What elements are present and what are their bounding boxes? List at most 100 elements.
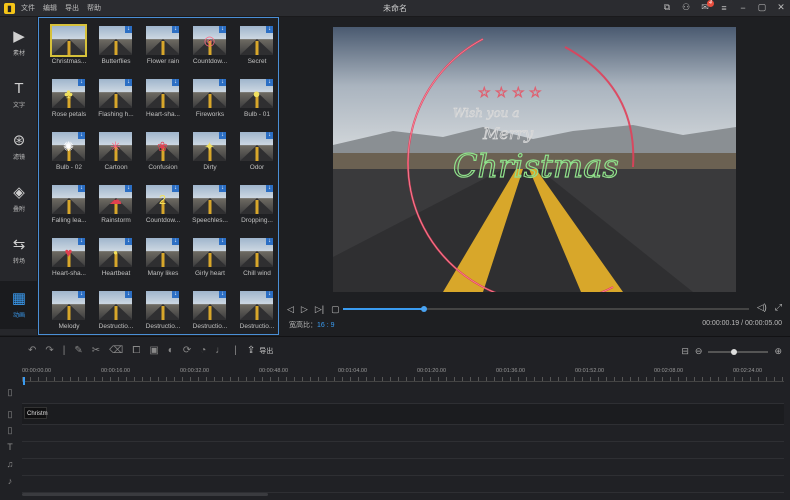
effect-item[interactable]: Christmas... xyxy=(49,24,96,77)
maximize-button[interactable]: ▢ xyxy=(757,2,767,13)
zoom-in-icon[interactable]: ⊕ xyxy=(774,346,782,357)
effect-item[interactable]: ✦ ↓ Dirty xyxy=(190,130,237,183)
effect-thumbnail[interactable]: ♣ ↓ xyxy=(52,79,85,108)
effect-thumbnail[interactable]: ↓ xyxy=(146,291,179,320)
effect-item[interactable]: ✺ ↓ Bulb - 02 xyxy=(49,130,96,183)
effect-thumbnail[interactable]: ↓ xyxy=(240,185,273,214)
download-icon[interactable]: ↓ xyxy=(172,238,179,245)
effect-thumbnail[interactable]: ↓ xyxy=(146,238,179,267)
effect-thumbnail[interactable]: ↓ xyxy=(99,291,132,320)
download-icon[interactable]: ↓ xyxy=(219,132,226,139)
download-icon[interactable]: ↓ xyxy=(172,185,179,192)
download-icon[interactable]: ↓ xyxy=(125,26,132,33)
effect-item[interactable]: ◎ ↓ Countdow... xyxy=(190,24,237,77)
effect-item[interactable]: ● ↓ Bulb - 01 xyxy=(237,77,278,130)
download-icon[interactable]: ↓ xyxy=(125,79,132,86)
fullscreen-icon[interactable]: ⤢ xyxy=(775,302,782,313)
next-frame-icon[interactable]: ▷| xyxy=(315,304,324,315)
zoom-knob[interactable] xyxy=(730,348,737,355)
speed-icon[interactable]: ◔ xyxy=(200,345,206,356)
effect-item[interactable]: ↓ Speechles... xyxy=(190,183,237,236)
crop-icon[interactable]: ⧠ xyxy=(132,345,140,356)
download-icon[interactable]: ↓ xyxy=(78,291,85,298)
account-icon[interactable]: ⚇ xyxy=(681,2,691,13)
menu-file[interactable]: 文件 xyxy=(21,3,35,13)
effect-item[interactable]: ↓ Butterflies xyxy=(96,24,143,77)
download-icon[interactable]: ↓ xyxy=(219,291,226,298)
effect-item[interactable]: ↓ Melody xyxy=(49,289,96,334)
color-icon[interactable]: ◐ xyxy=(168,345,174,356)
effect-item[interactable]: ☁ ↓ Rainstorm xyxy=(96,183,143,236)
download-icon[interactable]: ↓ xyxy=(266,26,273,33)
effect-item[interactable]: ✳ Cartoon xyxy=(96,130,143,183)
track-row[interactable] xyxy=(22,425,784,442)
play-icon[interactable]: ▷ xyxy=(301,304,308,315)
download-icon[interactable]: ↓ xyxy=(125,185,132,192)
effect-item[interactable]: • ↓ Heartbeat xyxy=(96,236,143,289)
effect-thumbnail[interactable]: ↓ xyxy=(193,185,226,214)
download-icon[interactable]: ↓ xyxy=(125,238,132,245)
download-icon[interactable]: ↓ xyxy=(219,79,226,86)
download-icon[interactable]: ↓ xyxy=(78,238,85,245)
download-icon[interactable]: ↓ xyxy=(78,79,85,86)
nav-overlay[interactable]: ◈ 叠附 xyxy=(0,177,38,221)
track-row[interactable]: Christm xyxy=(22,404,784,425)
effect-thumbnail[interactable]: ❀ xyxy=(146,132,179,161)
effect-thumbnail[interactable]: ↓ xyxy=(193,291,226,320)
effect-item[interactable]: ↓ Heart-sha... xyxy=(143,77,190,130)
zoom-out-icon[interactable]: ⊖ xyxy=(695,346,703,357)
effect-thumbnail[interactable]: ↓ xyxy=(99,79,132,108)
download-icon[interactable]: ↓ xyxy=(266,238,273,245)
export-button[interactable]: ⇪ 导出 xyxy=(247,345,273,356)
timeline-ruler[interactable]: 00:00:00.00 00:00:16.00 00:00:32.00 00:00:4… xyxy=(22,366,784,382)
aspect-ratio[interactable]: 宽高比：16 : 9 xyxy=(289,320,335,330)
effect-thumbnail[interactable]: ↓ xyxy=(146,79,179,108)
effect-thumbnail[interactable]: ● ↓ xyxy=(240,79,273,108)
download-icon[interactable]: ↓ xyxy=(172,291,179,298)
timeline-clip[interactable]: Christm xyxy=(24,407,48,419)
download-icon[interactable]: ↓ xyxy=(266,132,273,139)
nav-filter[interactable]: ⊛ 滤镜 xyxy=(0,125,38,169)
effect-item[interactable]: ↓ Girly heart xyxy=(190,236,237,289)
undo-icon[interactable]: ↶ xyxy=(28,345,36,356)
split-icon[interactable]: ✂ xyxy=(92,345,100,356)
effect-item[interactable]: ↓ Chill wind xyxy=(237,236,278,289)
effect-item[interactable]: ♥ ↓ Heart-sha... xyxy=(49,236,96,289)
effect-item[interactable]: ↓ Falling lea... xyxy=(49,183,96,236)
effect-item[interactable]: ↓ Many likes xyxy=(143,236,190,289)
track-row[interactable] xyxy=(22,476,784,493)
minimize-button[interactable]: − xyxy=(738,3,748,13)
effect-thumbnail[interactable]: ↓ xyxy=(240,291,273,320)
effect-thumbnail[interactable]: ↓ xyxy=(193,238,226,267)
effect-item[interactable]: ↓ Destructio... xyxy=(143,289,190,334)
effect-thumbnail[interactable]: ✺ ↓ xyxy=(52,132,85,161)
effect-item[interactable]: ↓ Destructio... xyxy=(237,289,278,334)
effect-thumbnail[interactable] xyxy=(50,24,87,57)
effect-thumbnail[interactable]: ♥ ↓ xyxy=(52,238,85,267)
menu-edit[interactable]: 编辑 xyxy=(43,3,57,13)
download-icon[interactable]: ↓ xyxy=(266,185,273,192)
effect-thumbnail[interactable]: ↓ xyxy=(52,291,85,320)
effect-thumbnail[interactable]: ↓ xyxy=(240,238,273,267)
effect-item[interactable]: ↓ Destructio... xyxy=(190,289,237,334)
effect-item[interactable]: ↓ Flower rain xyxy=(143,24,190,77)
stop-icon[interactable]: ▢ xyxy=(331,304,340,315)
nav-text[interactable]: T 文字 xyxy=(0,73,38,117)
notification-icon[interactable]: ✉ 4 xyxy=(700,0,714,13)
download-icon[interactable]: ↓ xyxy=(266,79,273,86)
effect-item[interactable]: ❀ Confusion xyxy=(143,130,190,183)
effect-item[interactable]: ♣ ↓ Rose petals xyxy=(49,77,96,130)
download-icon[interactable]: ↓ xyxy=(172,26,179,33)
zoom-slider[interactable] xyxy=(708,348,769,355)
track-row[interactable] xyxy=(22,459,784,476)
effect-thumbnail[interactable]: • ↓ xyxy=(99,238,132,267)
effect-item[interactable]: 2 ↓ Countdow... xyxy=(143,183,190,236)
redo-icon[interactable]: ↷ xyxy=(45,345,53,356)
copy-icon[interactable]: ⧉ xyxy=(662,2,672,13)
effect-item[interactable]: ↓ Odor xyxy=(237,130,278,183)
playhead[interactable] xyxy=(23,377,25,385)
effect-item[interactable]: ↓ Dropping... xyxy=(237,183,278,236)
effect-thumbnail[interactable]: ↓ xyxy=(240,26,273,55)
effect-thumbnail[interactable]: ↓ xyxy=(240,132,273,161)
download-icon[interactable]: ↓ xyxy=(219,185,226,192)
